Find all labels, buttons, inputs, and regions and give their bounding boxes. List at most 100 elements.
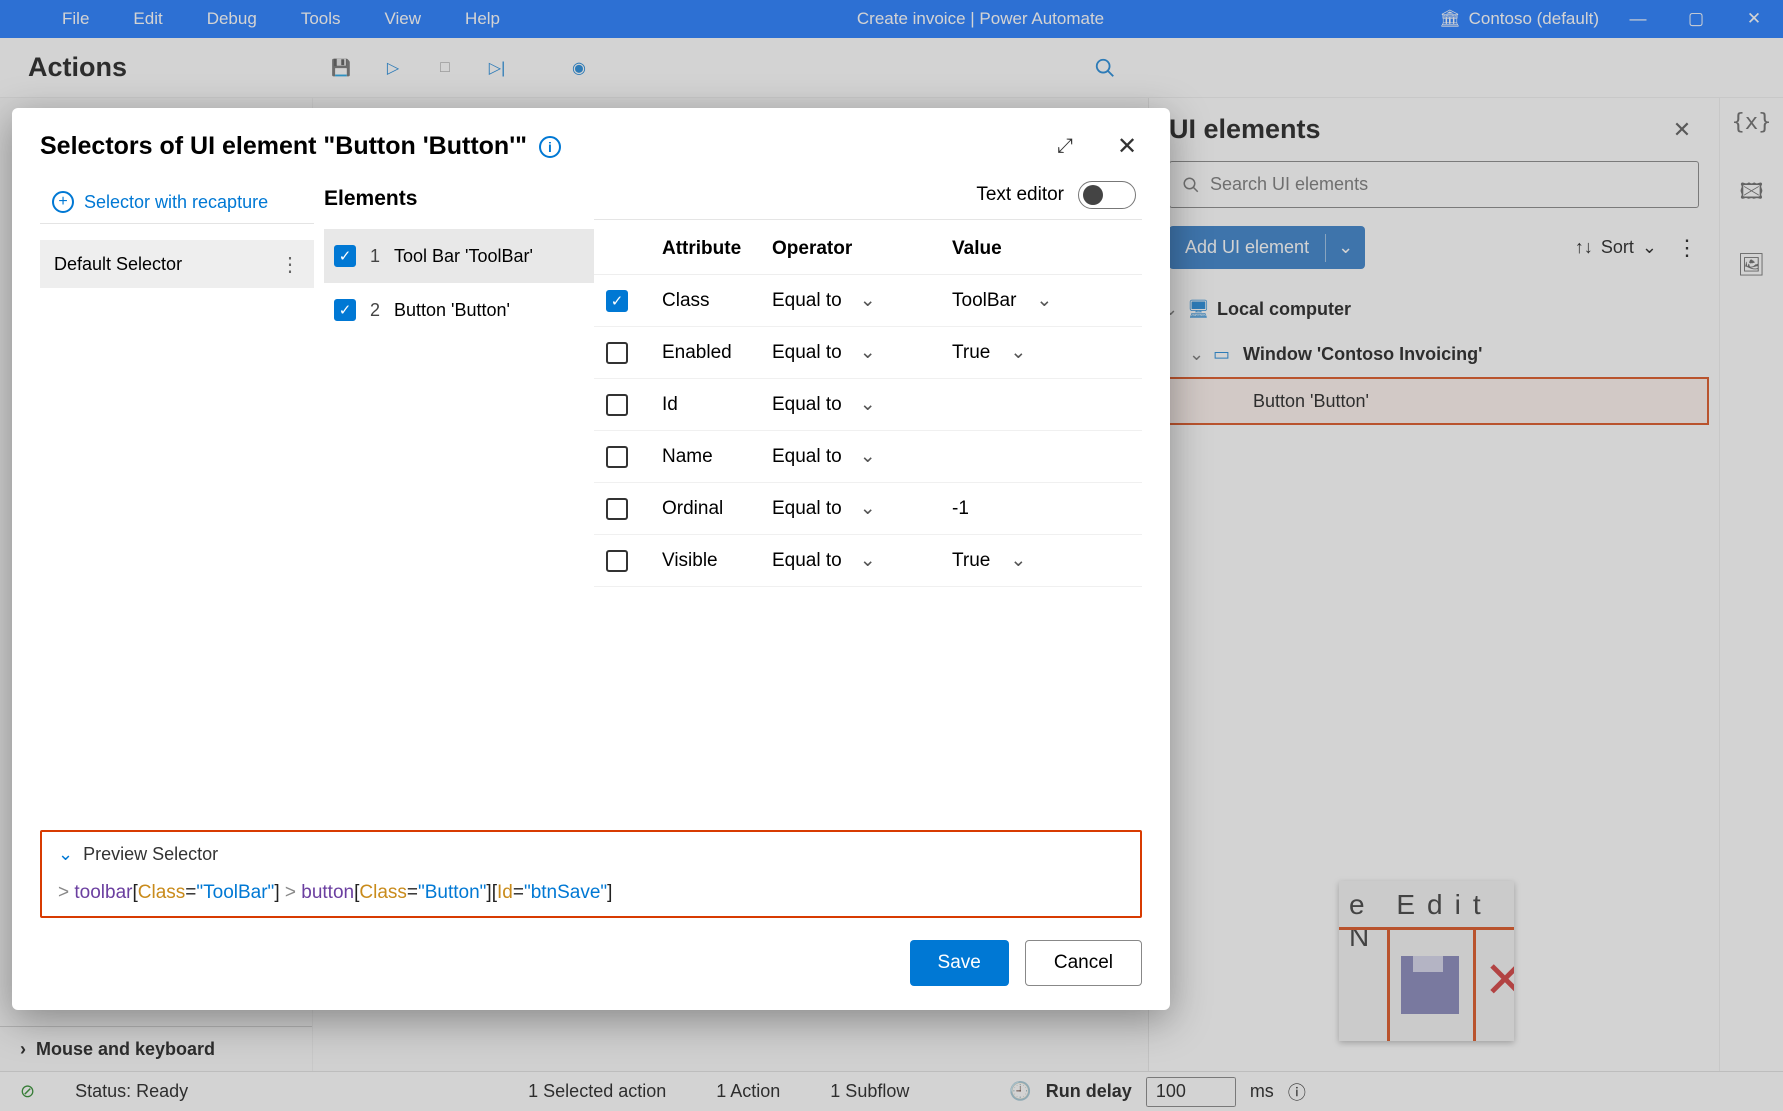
chevron-down-icon[interactable]: ⌄	[860, 341, 876, 364]
attribute-header-row: Attribute Operator Value	[594, 220, 1142, 275]
x-icon: ✕	[1484, 951, 1514, 1009]
attribute-row[interactable]: ClassEqual to ⌄ ToolBar ⌄	[594, 275, 1142, 327]
element-row-toolbar[interactable]: 1 Tool Bar 'ToolBar'	[324, 229, 594, 283]
element-thumbnail: e Edit N ✕	[1149, 851, 1719, 1071]
actions-group-mouse-keyboard[interactable]: › Mouse and keyboard	[0, 1026, 312, 1071]
window-title: Create invoice | Power Automate	[522, 9, 1439, 29]
maximize-button[interactable]: ▢	[1667, 0, 1725, 38]
menu-edit[interactable]: Edit	[111, 9, 184, 29]
computer-icon: 🖥	[1187, 299, 1207, 320]
preview-selector-toggle[interactable]: ⌄ Preview Selector	[58, 844, 1124, 865]
checkbox-icon[interactable]	[334, 245, 356, 267]
chevron-down-icon: ⌄	[1189, 344, 1203, 365]
attr-value[interactable]: True	[952, 550, 990, 572]
more-options-button[interactable]: ⋮	[1675, 235, 1699, 261]
attr-operator[interactable]: Equal to	[772, 290, 842, 312]
selector-item-label: Default Selector	[54, 254, 182, 275]
minimize-button[interactable]: —	[1609, 0, 1667, 38]
attr-operator[interactable]: Equal to	[772, 550, 842, 572]
ui-elements-title: UI elements	[1169, 114, 1665, 145]
save-button[interactable]: Save	[910, 940, 1009, 986]
environment-label: Contoso (default)	[1469, 9, 1599, 29]
attr-name: Name	[662, 446, 772, 468]
chevron-down-icon[interactable]: ⌄	[1010, 549, 1026, 572]
close-window-button[interactable]: ✕	[1725, 0, 1783, 38]
attributes-panel: Text editor Attribute Operator Value Cla…	[594, 181, 1142, 822]
step-icon[interactable]: ▷|	[486, 57, 508, 79]
attr-operator[interactable]: Equal to	[772, 498, 842, 520]
tree-root[interactable]: ⌄ 🖥 Local computer	[1159, 287, 1709, 332]
close-panel-button[interactable]: ✕	[1665, 117, 1699, 143]
checkbox-icon[interactable]	[606, 498, 628, 520]
checkbox-icon[interactable]	[606, 290, 628, 312]
expand-icon[interactable]: ⤢	[1050, 135, 1080, 158]
menu-tools[interactable]: Tools	[279, 9, 363, 29]
tree-root-label: Local computer	[1217, 299, 1351, 320]
attr-value[interactable]: -1	[952, 498, 969, 520]
attribute-row[interactable]: IdEqual to⌄	[594, 379, 1142, 431]
run-delay-input[interactable]	[1146, 1077, 1236, 1107]
chevron-down-icon[interactable]: ⌄	[860, 549, 876, 572]
menu-help[interactable]: Help	[443, 9, 522, 29]
search-icon[interactable]	[1080, 43, 1130, 93]
menu-debug[interactable]: Debug	[185, 9, 279, 29]
text-editor-toggle[interactable]	[1078, 181, 1136, 209]
selector-item-default[interactable]: Default Selector ⋮	[40, 240, 314, 288]
checkbox-icon[interactable]	[606, 446, 628, 468]
chevron-down-icon[interactable]: ⌄	[1036, 289, 1052, 312]
attr-operator[interactable]: Equal to	[772, 446, 842, 468]
sort-icon: ↑↓	[1575, 237, 1593, 258]
attr-name: Enabled	[662, 342, 772, 364]
attribute-row[interactable]: VisibleEqual to⌄True⌄	[594, 535, 1142, 587]
attr-operator[interactable]: Equal to	[772, 394, 842, 416]
chevron-down-icon[interactable]: ⌄	[1010, 341, 1026, 364]
menu-file[interactable]: File	[40, 9, 111, 29]
chevron-down-icon[interactable]: ⌄	[1326, 237, 1365, 258]
add-ui-element-label: Add UI element	[1169, 237, 1325, 258]
environment-picker[interactable]: 🏛 Contoso (default)	[1439, 9, 1609, 29]
main-menu: File Edit Debug Tools View Help	[0, 9, 522, 29]
images-icon[interactable]: 🖼	[1738, 253, 1766, 278]
chevron-down-icon[interactable]: ⌄	[860, 445, 876, 468]
col-value: Value	[952, 238, 1142, 260]
save-icon[interactable]: 💾	[330, 57, 352, 79]
element-row-button[interactable]: 2 Button 'Button'	[324, 283, 594, 337]
menu-view[interactable]: View	[363, 9, 444, 29]
sort-button[interactable]: ↑↓ Sort ⌄	[1575, 237, 1657, 258]
checkbox-icon[interactable]	[334, 299, 356, 321]
selector-with-recapture-button[interactable]: + Selector with recapture	[40, 181, 314, 224]
info-icon[interactable]: ⓘ	[1288, 1079, 1306, 1105]
tree-window[interactable]: ⌄ ▭ Window 'Contoso Invoicing'	[1159, 332, 1709, 377]
cancel-button[interactable]: Cancel	[1025, 940, 1142, 986]
chevron-down-icon[interactable]: ⌄	[860, 289, 876, 312]
ui-elements-icon[interactable]: 🖾	[1740, 175, 1764, 213]
variables-icon[interactable]: {x}	[1732, 110, 1772, 135]
checkbox-icon[interactable]	[606, 550, 628, 572]
attr-name: Class	[662, 290, 772, 312]
close-dialog-button[interactable]: ✕	[1112, 132, 1142, 161]
record-icon[interactable]: ◉	[568, 57, 590, 79]
chevron-down-icon[interactable]: ⌄	[860, 497, 876, 520]
status-subflows: 1 Subflow	[830, 1081, 909, 1102]
chevron-down-icon[interactable]: ⌄	[860, 393, 876, 416]
add-ui-element-button[interactable]: Add UI element ⌄	[1169, 226, 1365, 269]
attr-operator[interactable]: Equal to	[772, 342, 842, 364]
attribute-row[interactable]: EnabledEqual to ⌄ True ⌄	[594, 327, 1142, 379]
info-icon[interactable]: i	[539, 136, 561, 158]
flow-toolbar: 💾 ▷ □ ▷| ◉	[312, 57, 590, 79]
attribute-row[interactable]: NameEqual to ⌄	[594, 431, 1142, 483]
search-ui-elements-input[interactable]: Search UI elements	[1169, 161, 1699, 208]
element-label: Tool Bar 'ToolBar'	[394, 246, 533, 267]
attr-value[interactable]: ToolBar	[952, 290, 1016, 312]
attr-value[interactable]: True	[952, 342, 990, 364]
col-attribute: Attribute	[662, 238, 772, 260]
more-icon[interactable]: ⋮	[280, 252, 300, 277]
tree-selected-element[interactable]: Button 'Button'	[1159, 377, 1709, 425]
attr-name: Ordinal	[662, 498, 772, 520]
checkbox-icon[interactable]	[606, 342, 628, 364]
attribute-row[interactable]: OrdinalEqual to ⌄ -1	[594, 483, 1142, 535]
right-rail: {x} 🖾 🖼	[1719, 98, 1783, 1071]
run-icon[interactable]: ▷	[382, 57, 404, 79]
checkbox-icon[interactable]	[606, 394, 628, 416]
stop-icon[interactable]: □	[434, 57, 456, 79]
